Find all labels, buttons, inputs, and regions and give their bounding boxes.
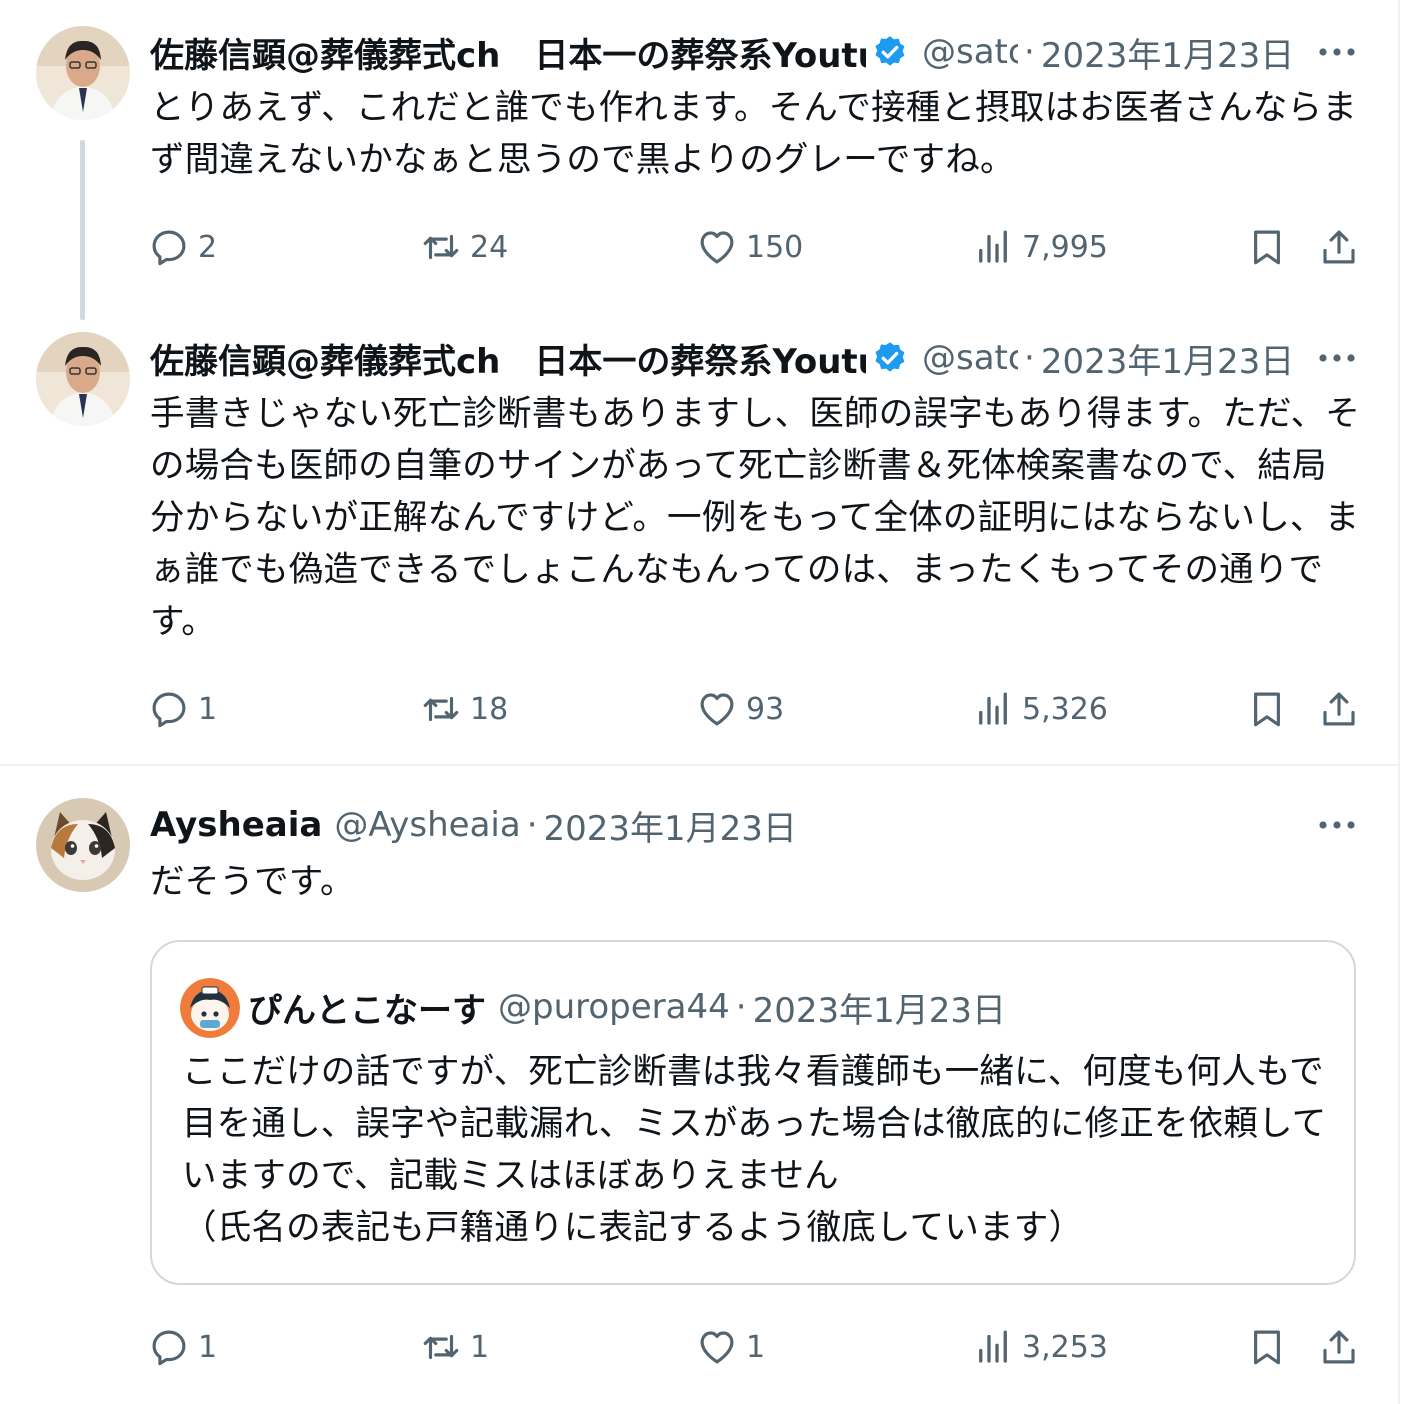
heart-icon	[700, 231, 734, 264]
retweet-button[interactable]: 18	[420, 684, 508, 734]
views-button[interactable]: 5,326	[972, 684, 1108, 734]
quoted-text: ここだけの話ですが、死亡診断書は我々看護師も一緒に、何度も何人もで目を通し、誤字…	[182, 1052, 1327, 1248]
reply-icon	[152, 1330, 186, 1366]
tweet-date[interactable]: 2023年1月23日	[1041, 334, 1294, 383]
share-icon	[1323, 692, 1355, 726]
bookmark-button[interactable]	[1246, 222, 1296, 272]
tweet-divider	[0, 764, 1398, 766]
like-button[interactable]: 93	[696, 684, 784, 734]
retweet-count: 18	[470, 691, 509, 727]
tweet-text: とりあえず、これだと誰でも作れます。そんで接種と摂取はお医者さんならまず間違えな…	[150, 88, 1357, 180]
author-handle[interactable]: @Aysheaia	[334, 805, 520, 845]
verified-badge-icon	[875, 342, 905, 372]
reply-button[interactable]: 2	[148, 222, 217, 272]
reply-icon	[152, 230, 186, 266]
tweet-text: だそうです。	[150, 862, 355, 902]
reply-button[interactable]: 1	[148, 1322, 217, 1372]
bookmark-button[interactable]	[1246, 684, 1296, 734]
quoted-date: 2023年1月23日	[752, 990, 1006, 1031]
tweet-header: 佐藤信顕@葬儀葬式ch 日本一の葬祭系Youtuber @satc · 2023…	[150, 334, 1294, 383]
tweet-date[interactable]: 2023年1月23日	[544, 801, 797, 850]
share-icon	[1323, 230, 1355, 264]
retweet-icon	[423, 234, 459, 260]
reply-count: 2	[198, 229, 218, 265]
bookmark-icon	[1254, 692, 1280, 727]
author-name[interactable]: Aysheaia	[150, 805, 322, 845]
tweet-header: 佐藤信顕@葬儀葬式ch 日本一の葬祭系Youtuber @satc · 2023…	[150, 28, 1294, 77]
quoted-avatar[interactable]	[180, 978, 240, 1038]
view-count: 5,326	[1022, 691, 1108, 727]
share-button[interactable]	[1318, 222, 1368, 272]
tweet-text: 手書きじゃない死亡診断書もありますし、医師の誤字もあり得ます。ただ、その場合も医…	[150, 394, 1361, 642]
more-options-icon[interactable]	[1316, 348, 1358, 368]
views-icon	[979, 230, 1007, 263]
column-border	[1398, 0, 1400, 1404]
like-count: 93	[746, 691, 785, 727]
tweet-actions: 1 1 1 3,253	[148, 1322, 1368, 1372]
share-button[interactable]	[1318, 684, 1368, 734]
man-portrait-icon	[36, 332, 130, 426]
nurse-character-icon	[180, 978, 240, 1038]
author-name[interactable]: 佐藤信顕@葬儀葬式ch 日本一の葬祭系Youtuber	[150, 28, 866, 77]
view-count: 7,995	[1022, 229, 1108, 265]
views-icon	[979, 692, 1007, 725]
bookmark-icon	[1254, 1330, 1280, 1365]
like-button[interactable]: 150	[696, 222, 803, 272]
separator-dot: ·	[1024, 32, 1035, 72]
retweet-count: 1	[470, 1329, 490, 1365]
avatar[interactable]	[36, 332, 130, 426]
tweet-actions: 2 24 150 7,995	[148, 222, 1368, 272]
reply-count: 1	[198, 1329, 218, 1365]
views-button[interactable]: 7,995	[972, 222, 1108, 272]
reply-button[interactable]: 1	[148, 684, 217, 734]
author-handle[interactable]: @satc	[922, 32, 1018, 72]
views-button[interactable]: 3,253	[972, 1322, 1108, 1372]
avatar[interactable]	[36, 798, 130, 892]
retweet-icon	[423, 1334, 459, 1360]
quoted-author-name[interactable]: ぴんとこなーす	[248, 983, 486, 1032]
like-count: 150	[746, 229, 804, 265]
author-handle[interactable]: @satc	[922, 338, 1018, 378]
avatar[interactable]	[36, 26, 130, 120]
separator-dot: ·	[1024, 338, 1035, 378]
like-count: 1	[746, 1329, 766, 1365]
retweet-button[interactable]: 1	[420, 1322, 489, 1372]
share-button[interactable]	[1318, 1322, 1368, 1372]
more-options-icon[interactable]	[1316, 42, 1358, 62]
kitten-icon	[36, 798, 130, 892]
man-portrait-icon	[36, 26, 130, 120]
quoted-tweet-card[interactable]: ぴんとこなーす @puropera44 · 2023年1月23日 ここだけの話で…	[150, 940, 1356, 1285]
thread-connector-line	[80, 140, 85, 320]
tweet-date[interactable]: 2023年1月23日	[1041, 28, 1294, 77]
separator-dot: ·	[526, 805, 538, 845]
retweet-icon	[423, 696, 459, 722]
view-count: 3,253	[1022, 1329, 1108, 1365]
author-name[interactable]: 佐藤信顕@葬儀葬式ch 日本一の葬祭系Youtuber	[150, 334, 866, 383]
reply-count: 1	[198, 691, 218, 727]
bookmark-icon	[1254, 230, 1280, 265]
retweet-count: 24	[470, 229, 509, 265]
retweet-button[interactable]: 24	[420, 222, 508, 272]
quoted-header: ぴんとこなーす @puropera44 · 2023年1月23日	[248, 983, 1006, 1032]
tweet-header: Aysheaia @Aysheaia · 2023年1月23日	[150, 801, 797, 850]
reply-icon	[152, 692, 186, 728]
verified-badge-icon	[875, 36, 905, 66]
more-options-icon[interactable]	[1316, 815, 1358, 835]
like-button[interactable]: 1	[696, 1322, 765, 1372]
views-icon	[979, 1330, 1007, 1363]
quoted-author-handle[interactable]: @puropera44	[498, 987, 730, 1027]
tweet-actions: 1 18 93 5,326	[148, 684, 1368, 734]
share-icon	[1323, 1330, 1355, 1364]
bookmark-button[interactable]	[1246, 1322, 1296, 1372]
heart-icon	[700, 693, 734, 726]
separator-dot: ·	[735, 987, 747, 1027]
heart-icon	[700, 1331, 734, 1364]
